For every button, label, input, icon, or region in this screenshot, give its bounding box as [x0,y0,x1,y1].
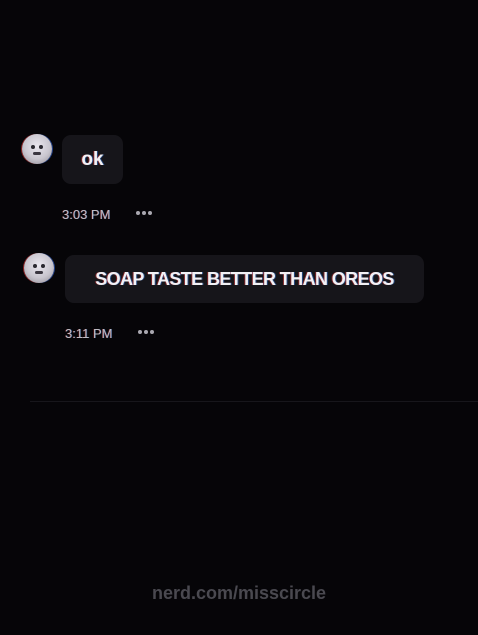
message-text: SOAP TASTE BETTER THAN OREOS [95,269,394,289]
message-timestamp: 3:11 PM [65,326,113,341]
more-options-icon[interactable] [138,329,156,335]
message-timestamp: 3:03 PM [62,207,111,222]
avatar[interactable] [22,134,52,164]
more-options-icon[interactable] [136,210,154,216]
message-text: ok [81,149,104,170]
message-bubble[interactable]: SOAP TASTE BETTER THAN OREOS [65,255,424,303]
avatar[interactable] [24,253,54,283]
message-bubble[interactable]: ok [62,135,123,184]
divider [30,401,478,402]
user-avatar-icon [31,261,47,275]
user-avatar-icon [29,142,45,156]
watermark: nerd.com/misscircle [151,583,327,603]
chat-screen: ok 3:03 PM SOAP TASTE BETTER THAN OREOS … [0,0,478,635]
